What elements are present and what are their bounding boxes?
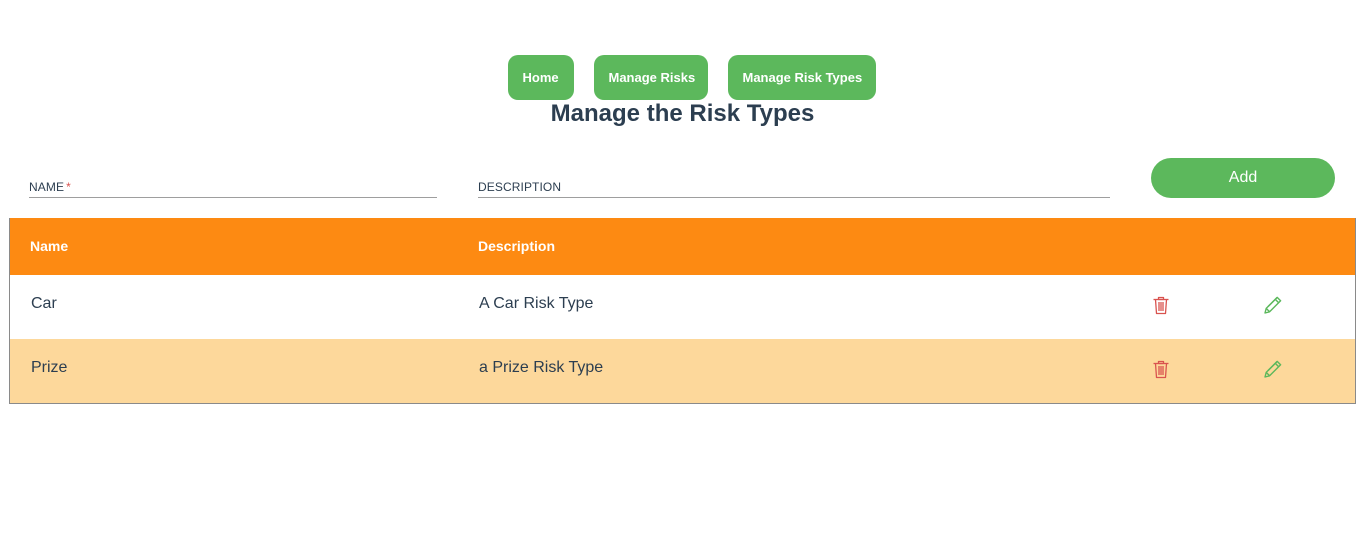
top-nav: Home Manage Risks Manage Risk Types <box>0 55 1365 100</box>
edit-button[interactable] <box>1261 357 1285 381</box>
nav-home-button[interactable]: Home <box>507 55 574 100</box>
column-header-name: Name <box>30 238 69 254</box>
name-field[interactable]: NAME * <box>29 178 437 198</box>
required-marker: * <box>66 180 71 194</box>
risk-types-table: Name Description Car A Car Risk Type Pri… <box>9 218 1356 404</box>
table-row: Prize a Prize Risk Type <box>10 339 1355 403</box>
description-field[interactable]: DESCRIPTION <box>478 178 1110 198</box>
row-description-cell: A Car Risk Type <box>479 295 594 312</box>
trash-icon <box>1153 360 1169 379</box>
trash-icon <box>1153 296 1169 315</box>
table-header: Name Description <box>10 218 1355 275</box>
description-field-label: DESCRIPTION <box>478 180 562 194</box>
table-row: Car A Car Risk Type <box>10 275 1355 339</box>
pencil-icon <box>1264 296 1282 314</box>
column-header-description: Description <box>478 238 556 254</box>
name-field-label: NAME <box>29 180 65 194</box>
row-description-cell: a Prize Risk Type <box>479 359 604 376</box>
row-name-cell: Prize <box>31 359 68 376</box>
add-button[interactable]: Add <box>1151 158 1335 198</box>
delete-button[interactable] <box>1149 357 1173 381</box>
pencil-icon <box>1264 360 1282 378</box>
nav-manage-risks-button[interactable]: Manage Risks <box>593 55 708 100</box>
page: Home Manage Risks Manage Risk Types Mana… <box>0 0 1365 558</box>
row-name-cell: Car <box>31 295 57 312</box>
edit-button[interactable] <box>1261 293 1285 317</box>
delete-button[interactable] <box>1149 293 1173 317</box>
nav-manage-risk-types-button[interactable]: Manage Risk Types <box>727 55 876 100</box>
page-title: Manage the Risk Types <box>550 100 815 127</box>
